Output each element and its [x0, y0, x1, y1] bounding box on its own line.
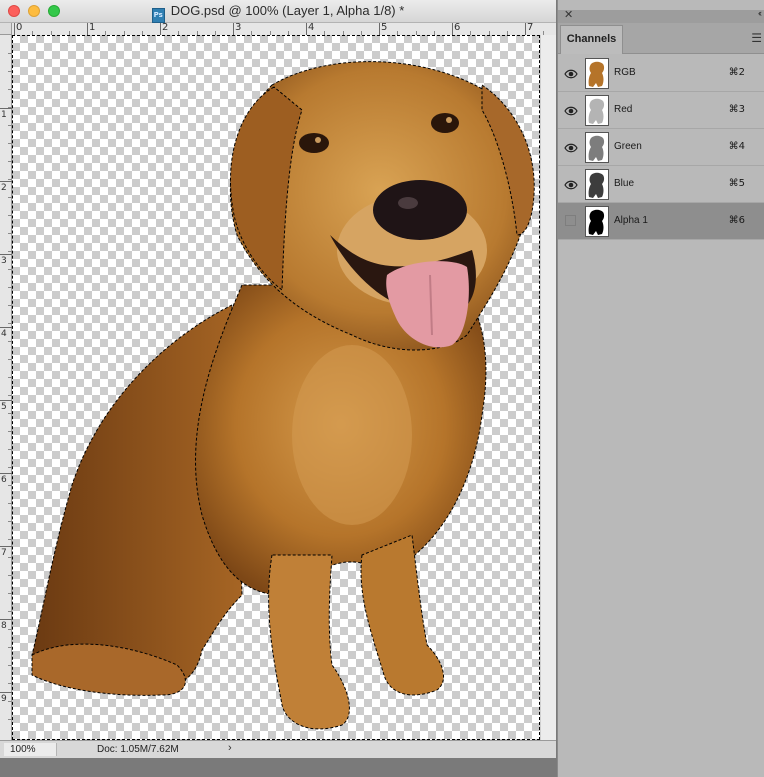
- ruler-v-tick: [0, 181, 12, 182]
- ruler-v-tick: [0, 327, 12, 328]
- visibility-eye-icon[interactable]: [564, 67, 578, 79]
- dog-image: [31, 61, 535, 730]
- channel-list: RGB ⌘2 Red ⌘3 Green ⌘4 Blue ⌘5 Alpha 1 ⌘6: [558, 55, 764, 240]
- ruler-v-label: 4: [1, 329, 7, 339]
- ruler-v-tick: [0, 400, 12, 401]
- channel-name: Alpha 1: [614, 215, 648, 226]
- channel-name: Blue: [614, 178, 635, 189]
- channel-row-alpha-1[interactable]: Alpha 1 ⌘6: [558, 203, 764, 240]
- window-title: DOG.psd @ 100% (Layer 1, Alpha 1/8) *: [170, 3, 405, 18]
- ruler-h-label: 1: [89, 22, 96, 33]
- status-menu-arrow-icon[interactable]: ›: [228, 742, 232, 754]
- ruler-v-tick: [0, 692, 12, 693]
- panel-tabs-bar: Channels ☰: [558, 23, 764, 54]
- document-window: Ps DOG.psd @ 100% (Layer 1, Alpha 1/8) * …: [0, 0, 581, 777]
- ruler-h-tick: [87, 23, 88, 35]
- ruler-h-tick: [160, 23, 161, 35]
- channel-row-red[interactable]: Red ⌘3: [558, 92, 764, 129]
- channel-shortcut: ⌘5: [728, 178, 745, 189]
- channel-shortcut: ⌘6: [728, 215, 745, 226]
- ruler-h-label: 3: [235, 22, 242, 33]
- zoom-level-field[interactable]: 100%: [4, 743, 57, 756]
- channel-shortcut: ⌘3: [728, 104, 745, 115]
- visibility-eye-icon[interactable]: [564, 104, 578, 116]
- ruler-h-label: 0: [16, 22, 23, 33]
- vertical-ruler[interactable]: 1 2 3 4 5 6 7 8 9: [0, 35, 12, 740]
- ruler-h-label: 6: [454, 22, 461, 33]
- channel-row-green[interactable]: Green ⌘4: [558, 129, 764, 166]
- channel-thumbnail-icon: [585, 169, 609, 200]
- ruler-v-tick: [0, 108, 12, 109]
- channel-row-rgb[interactable]: RGB ⌘2: [558, 55, 764, 92]
- ruler-v-label: 2: [1, 183, 7, 193]
- ps-file-icon: Ps: [151, 8, 165, 23]
- ruler-v-tick: [0, 619, 12, 620]
- channel-row-blue[interactable]: Blue ⌘5: [558, 166, 764, 203]
- channel-shortcut: ⌘4: [728, 141, 745, 152]
- ruler-h-tick: [306, 23, 307, 35]
- ruler-v-label: 5: [1, 402, 7, 412]
- ruler-h-tick: [452, 23, 453, 35]
- panel-header-strip: [558, 10, 764, 23]
- visibility-eye-icon[interactable]: [564, 141, 578, 153]
- channel-thumbnail-icon: [585, 206, 609, 237]
- ruler-h-tick: [525, 23, 526, 35]
- ruler-v-label: 6: [1, 475, 7, 485]
- ruler-v-label: 9: [1, 694, 7, 704]
- channel-thumbnail-icon: [585, 58, 609, 89]
- doc-size-info[interactable]: Doc: 1.05M/7.62M: [97, 744, 179, 755]
- visibility-toggle-empty[interactable]: [565, 215, 576, 226]
- ruler-v-tick: [0, 546, 12, 547]
- visibility-eye-icon[interactable]: [564, 178, 578, 190]
- tab-channels[interactable]: Channels: [560, 25, 623, 54]
- channel-name: Green: [614, 141, 642, 152]
- status-bar: 100% Doc: 1.05M/7.62M ›: [0, 740, 556, 759]
- channel-name: RGB: [614, 67, 636, 78]
- panel-menu-icon[interactable]: ☰: [751, 31, 762, 45]
- vertical-scrollbar[interactable]: [540, 35, 556, 740]
- close-panel-icon[interactable]: ✕: [564, 8, 573, 21]
- channel-thumbnail-icon: [585, 95, 609, 126]
- ruler-v-tick: [0, 473, 12, 474]
- title-bar[interactable]: Ps DOG.psd @ 100% (Layer 1, Alpha 1/8) *: [0, 0, 556, 23]
- ruler-h-label: 4: [308, 22, 315, 33]
- ruler-h-label: 7: [527, 22, 534, 33]
- ruler-v-label: 1: [1, 110, 7, 120]
- ruler-origin[interactable]: [0, 23, 12, 35]
- ruler-h-label: 2: [162, 22, 169, 33]
- channels-panel: ✕ ‹‹ Channels ☰ RGB ⌘2 Red ⌘3 Green ⌘4 Blue ⌘5 A…: [557, 0, 764, 777]
- window-title-wrap: Ps DOG.psd @ 100% (Layer 1, Alpha 1/8) *: [0, 3, 556, 23]
- channel-thumbnail-icon: [585, 132, 609, 163]
- ruler-h-label: 5: [381, 22, 388, 33]
- ruler-h-tick: [14, 23, 15, 35]
- ruler-v-label: 3: [1, 256, 7, 266]
- window-bottom-gap: [0, 758, 556, 777]
- ruler-v-label: 7: [1, 548, 7, 558]
- channel-shortcut: ⌘2: [728, 67, 745, 78]
- ruler-h-tick: [379, 23, 380, 35]
- channel-name: Red: [614, 104, 633, 115]
- ruler-v-label: 8: [1, 621, 7, 631]
- ruler-h-tick: [233, 23, 234, 35]
- collapse-panel-icon[interactable]: ‹‹: [758, 8, 762, 18]
- ruler-v-tick: [0, 254, 12, 255]
- canvas[interactable]: [12, 35, 540, 740]
